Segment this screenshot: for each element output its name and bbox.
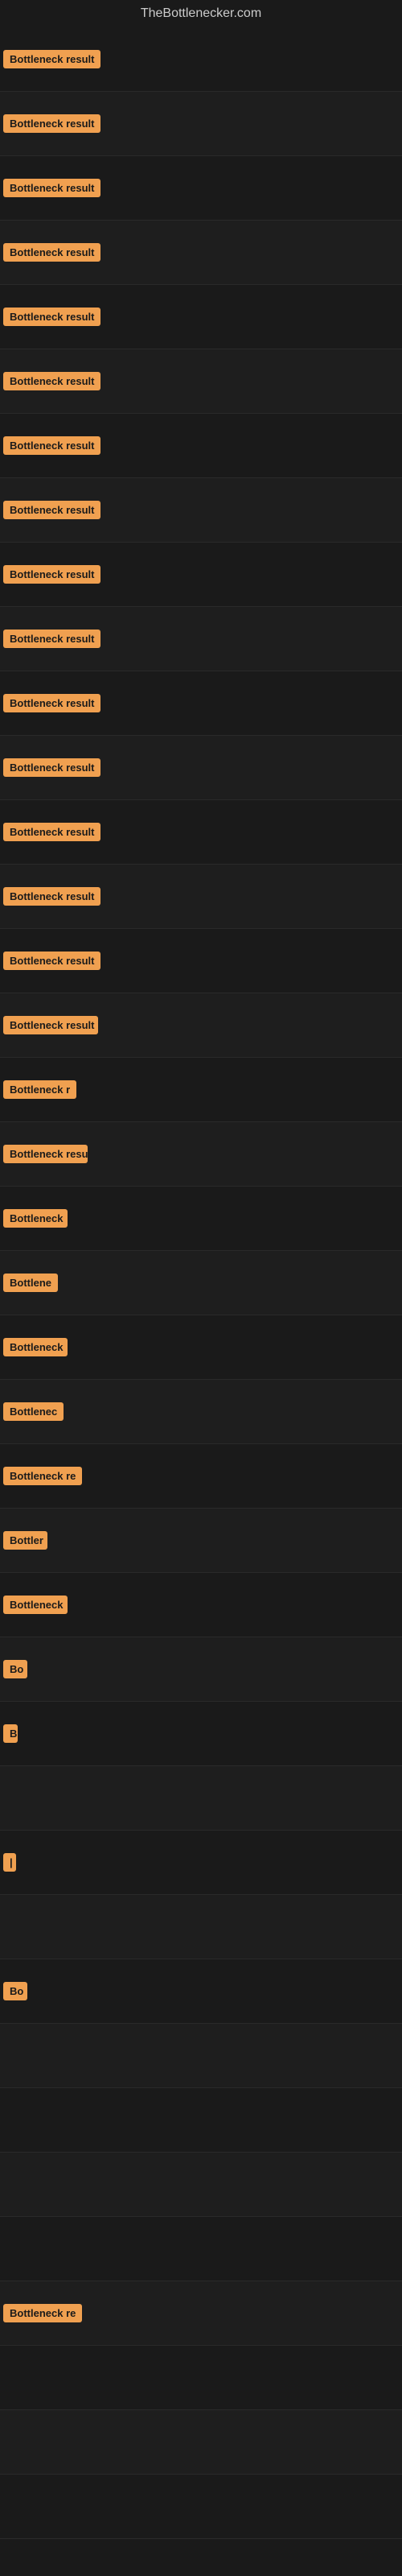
result-row-39 [0, 2475, 402, 2539]
result-row-22: Bottlenec [0, 1380, 402, 1444]
result-row-35 [0, 2217, 402, 2281]
result-row-27: B [0, 1702, 402, 1766]
bottleneck-badge-25: Bottleneck [3, 1596, 68, 1614]
result-row-31: Bo [0, 1959, 402, 2024]
bottleneck-badge-5: Bottleneck result [3, 308, 100, 326]
result-row-15: Bottleneck result [0, 929, 402, 993]
result-row-24: Bottler [0, 1509, 402, 1573]
result-row-10: Bottleneck result [0, 607, 402, 671]
result-row-32 [0, 2024, 402, 2088]
result-row-33 [0, 2088, 402, 2153]
result-row-12: Bottleneck result [0, 736, 402, 800]
bottleneck-badge-20: Bottlene [3, 1274, 58, 1292]
result-row-6: Bottleneck result [0, 349, 402, 414]
result-row-18: Bottleneck resu [0, 1122, 402, 1187]
bottleneck-badge-4: Bottleneck result [3, 243, 100, 262]
result-row-29: | [0, 1831, 402, 1895]
result-row-37 [0, 2346, 402, 2410]
bottleneck-badge-11: Bottleneck result [3, 694, 100, 712]
bottleneck-badge-23: Bottleneck re [3, 1467, 82, 1485]
result-row-23: Bottleneck re [0, 1444, 402, 1509]
result-row-28 [0, 1766, 402, 1831]
bottleneck-badge-1: Bottleneck result [3, 50, 100, 68]
result-row-9: Bottleneck result [0, 543, 402, 607]
bottleneck-badge-31: Bo [3, 1982, 27, 2000]
bottleneck-badge-9: Bottleneck result [3, 565, 100, 584]
bottleneck-badge-7: Bottleneck result [3, 436, 100, 455]
bottleneck-badge-13: Bottleneck result [3, 823, 100, 841]
result-row-1: Bottleneck result [0, 27, 402, 92]
bottleneck-badge-2: Bottleneck result [3, 114, 100, 133]
bottleneck-badge-26: Bo [3, 1660, 27, 1678]
result-row-30 [0, 1895, 402, 1959]
bottleneck-badge-15: Bottleneck result [3, 952, 100, 970]
bottleneck-badge-14: Bottleneck result [3, 887, 100, 906]
bottleneck-badge-8: Bottleneck result [3, 501, 100, 519]
result-row-5: Bottleneck result [0, 285, 402, 349]
bottleneck-badge-22: Bottlenec [3, 1402, 64, 1421]
site-title: TheBottlenecker.com [0, 0, 402, 27]
result-row-25: Bottleneck [0, 1573, 402, 1637]
result-row-8: Bottleneck result [0, 478, 402, 543]
results-list: Bottleneck result Bottleneck result Bottle… [0, 27, 402, 2539]
bottleneck-badge-16: Bottleneck result [3, 1016, 98, 1034]
result-row-34 [0, 2153, 402, 2217]
result-row-16: Bottleneck result [0, 993, 402, 1058]
bottleneck-badge-29: | [3, 1853, 16, 1872]
bottleneck-badge-3: Bottleneck result [3, 179, 100, 197]
result-row-14: Bottleneck result [0, 865, 402, 929]
site-title-container: TheBottlenecker.com [0, 0, 402, 27]
result-row-38 [0, 2410, 402, 2475]
bottleneck-badge-27: B [3, 1724, 18, 1743]
result-row-19: Bottleneck [0, 1187, 402, 1251]
result-row-36: Bottleneck re [0, 2281, 402, 2346]
bottleneck-badge-10: Bottleneck result [3, 630, 100, 648]
bottleneck-badge-19: Bottleneck [3, 1209, 68, 1228]
result-row-11: Bottleneck result [0, 671, 402, 736]
result-row-7: Bottleneck result [0, 414, 402, 478]
bottleneck-badge-36: Bottleneck re [3, 2304, 82, 2322]
result-row-26: Bo [0, 1637, 402, 1702]
result-row-13: Bottleneck result [0, 800, 402, 865]
bottleneck-badge-18: Bottleneck resu [3, 1145, 88, 1163]
result-row-2: Bottleneck result [0, 92, 402, 156]
bottleneck-badge-21: Bottleneck [3, 1338, 68, 1356]
result-row-3: Bottleneck result [0, 156, 402, 221]
result-row-21: Bottleneck [0, 1315, 402, 1380]
bottleneck-badge-24: Bottler [3, 1531, 47, 1550]
bottleneck-badge-12: Bottleneck result [3, 758, 100, 777]
bottleneck-badge-6: Bottleneck result [3, 372, 100, 390]
bottleneck-badge-17: Bottleneck r [3, 1080, 76, 1099]
result-row-20: Bottlene [0, 1251, 402, 1315]
result-row-17: Bottleneck r [0, 1058, 402, 1122]
result-row-4: Bottleneck result [0, 221, 402, 285]
